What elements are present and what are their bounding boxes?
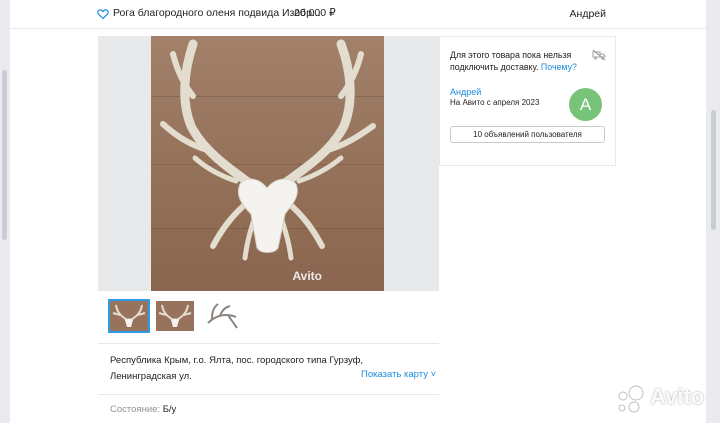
antlers-side-thumb-icon — [207, 303, 238, 329]
sticky-header: Рога благородного оленя подвида Изобр...… — [10, 0, 706, 29]
seller-since: На Авито с апреля 2023 — [450, 98, 540, 107]
user-ads-button[interactable]: 10 объявлений пользователя — [450, 126, 605, 143]
listing-title: Рога благородного оленя подвида Изобр... — [113, 7, 321, 19]
page-watermark-text: Avito — [650, 384, 705, 409]
why-link[interactable]: Почему? — [541, 62, 577, 72]
photo-gallery[interactable]: Avito — [98, 36, 439, 291]
antlers-thumb-icon — [158, 304, 192, 327]
left-scrollbar[interactable] — [2, 70, 7, 240]
show-map-link[interactable]: Показать карту ˅ — [361, 369, 436, 380]
seller-name[interactable]: Андрей — [450, 87, 481, 97]
location-block: Республика Крым, г.о. Ялта, пос. городск… — [98, 344, 439, 395]
listing-price: 20 000 ₽ — [294, 7, 336, 19]
antlers-image — [160, 39, 376, 261]
address-text: Республика Крым, г.о. Ялта, пос. городск… — [110, 355, 364, 382]
chevron-down-icon: ˅ — [430, 369, 437, 380]
right-scrollbar[interactable] — [711, 110, 716, 230]
thumbnail-1[interactable] — [108, 299, 150, 333]
delivery-off-icon — [592, 49, 606, 61]
avatar[interactable]: А — [569, 88, 602, 121]
avito-logo-icon — [618, 385, 644, 413]
seller-card: Для этого товара пока нельзя подключить … — [439, 36, 616, 166]
right-gutter — [706, 0, 720, 423]
thumbnail-strip — [98, 291, 439, 344]
thumbnail-2[interactable] — [156, 301, 194, 331]
thumbnail-3[interactable] — [202, 301, 240, 331]
delivery-notice: Для этого товара пока нельзя подключить … — [450, 49, 590, 73]
condition-row: Состояние: Б/у — [110, 404, 176, 415]
photo-watermark: Avito — [292, 269, 322, 283]
page-watermark: Avito — [612, 384, 710, 414]
antlers-thumb-icon — [112, 304, 146, 327]
heart-icon[interactable] — [97, 8, 109, 20]
left-gutter — [0, 0, 10, 423]
condition-value: Б/у — [162, 404, 177, 415]
condition-label: Состояние: — [110, 404, 161, 415]
header-user-name[interactable]: Андрей — [570, 8, 606, 20]
main-photo[interactable]: Avito — [151, 36, 384, 291]
show-map-label[interactable]: Показать карту — [361, 369, 428, 380]
